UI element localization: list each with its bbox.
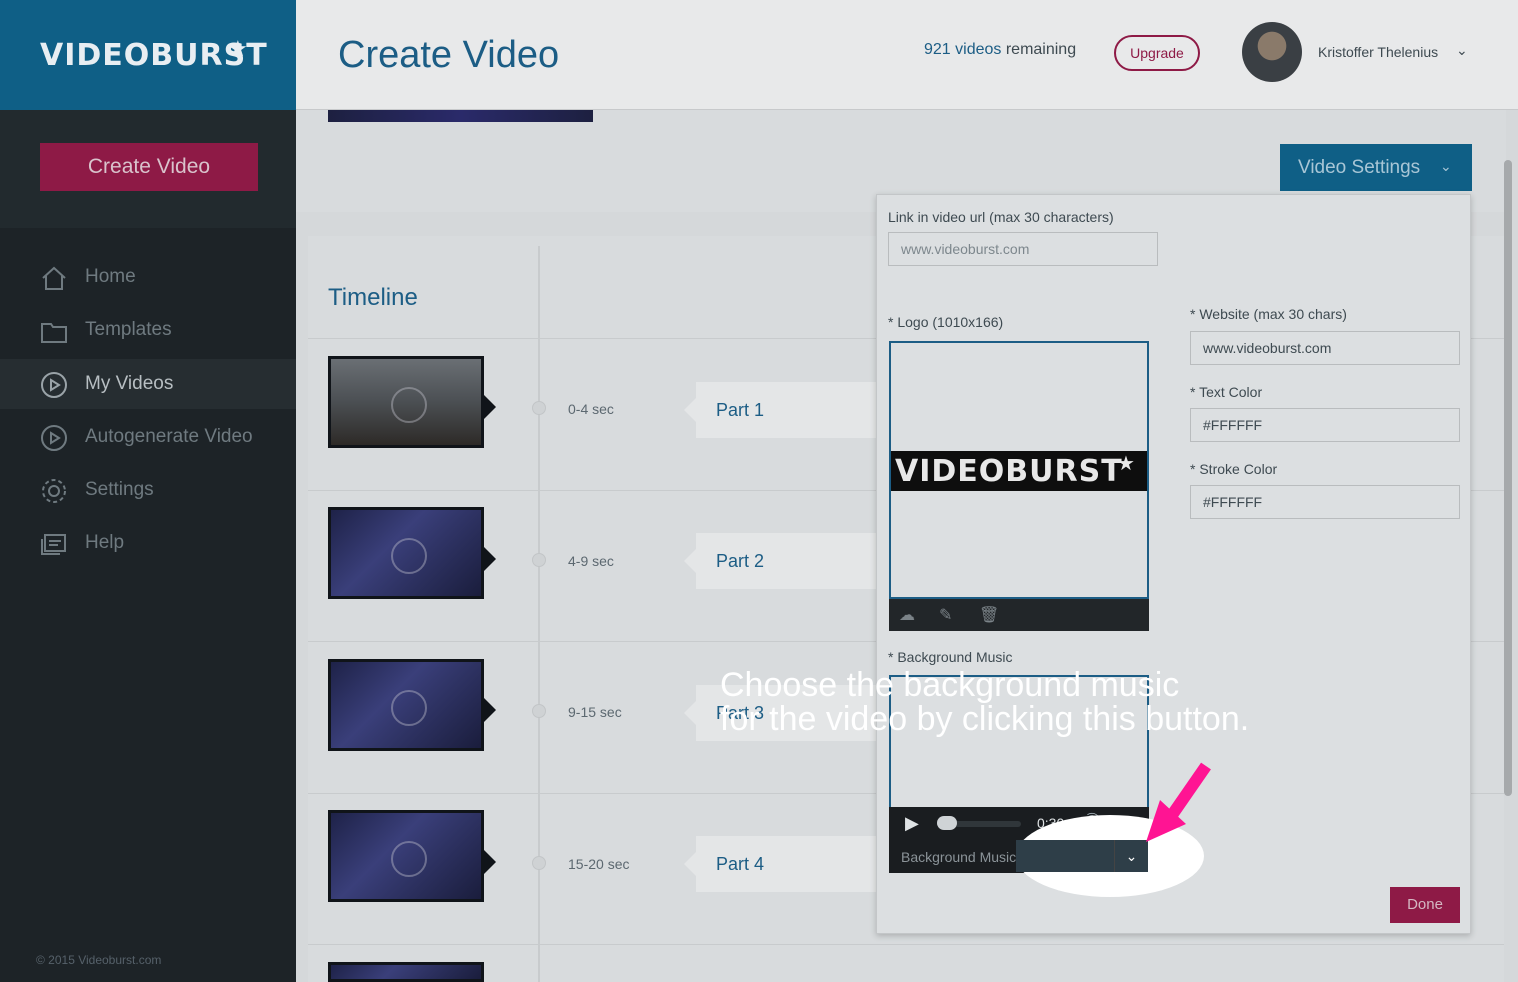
video-settings-label: Video Settings xyxy=(1298,157,1421,178)
logo-toolbar: ☁ ✎ 🗑 xyxy=(889,599,1149,631)
link-label: Link in video url (max 30 characters) xyxy=(888,209,1114,225)
sidebar-item-label: Home xyxy=(85,266,136,287)
text-color-label: * Text Color xyxy=(1190,384,1263,400)
sidebar-item-label: Templates xyxy=(85,319,172,340)
link-url-input[interactable]: www.videoburst.com xyxy=(888,232,1158,266)
timeline-dot xyxy=(532,856,546,870)
sidebar-item-templates[interactable]: Templates xyxy=(0,305,296,355)
row-divider xyxy=(308,944,1504,945)
play-circle-icon xyxy=(41,425,67,451)
create-video-button[interactable]: Create Video xyxy=(40,143,258,191)
chevron-down-icon: ⌄ xyxy=(1440,158,1452,174)
audio-progress-knob[interactable] xyxy=(937,816,957,830)
sidebar-item-home[interactable]: Home xyxy=(0,252,296,302)
timeline-title: Timeline xyxy=(328,284,418,311)
timeline-dot xyxy=(532,401,546,415)
play-icon xyxy=(391,538,427,574)
video-settings-button[interactable]: Video Settings ⌄ xyxy=(1280,144,1472,191)
timeline-thumbnail[interactable] xyxy=(328,659,484,751)
thumb-pointer xyxy=(484,547,496,571)
timeline-seconds: 4-9 sec xyxy=(568,553,614,569)
timeline-dot xyxy=(532,553,546,567)
play-icon xyxy=(391,387,427,423)
timeline-thumbnail[interactable] xyxy=(328,962,484,982)
part-label: Part 4 xyxy=(716,854,765,874)
timeline-thumbnail[interactable] xyxy=(328,507,484,599)
website-label: * Website (max 30 chars) xyxy=(1190,306,1347,322)
done-button[interactable]: Done xyxy=(1390,887,1460,923)
play-icon[interactable]: ▶ xyxy=(905,813,919,834)
pointer-arrow-icon xyxy=(1146,762,1211,842)
user-name[interactable]: Kristoffer Thelenius xyxy=(1318,44,1438,60)
sidebar-item-settings[interactable]: Settings xyxy=(0,465,296,515)
hero-thumbnail xyxy=(328,110,593,122)
chevron-down-icon[interactable]: ⌄ xyxy=(1456,42,1468,59)
logo-banner-text: VIDEOBURST xyxy=(895,454,1123,489)
trash-icon[interactable]: 🗑 xyxy=(979,605,999,625)
part-card[interactable]: Part 2 xyxy=(684,533,896,589)
timeline-seconds: 0-4 sec xyxy=(568,401,614,417)
wrench-icon[interactable]: ✎ xyxy=(939,605,952,625)
videos-remaining-suffix: remaining xyxy=(1001,41,1077,58)
logo-preview[interactable]: VIDEOBURST ★ xyxy=(889,341,1149,599)
copyright: © 2015 Videoburst.com xyxy=(36,953,162,967)
play-icon xyxy=(391,690,427,726)
scrollbar[interactable] xyxy=(1504,160,1512,796)
play-icon xyxy=(391,841,427,877)
timeline-thumbnail[interactable] xyxy=(328,810,484,902)
sidebar-item-label: My Videos xyxy=(85,373,174,394)
music-select-label: Background Music xyxy=(901,849,1017,865)
logo-label: * Logo (1010x166) xyxy=(888,314,1004,330)
play-circle-icon xyxy=(41,372,67,398)
page-title: Create Video xyxy=(338,34,560,76)
logo-star-icon: ★ xyxy=(1117,453,1135,475)
tutorial-line-2: for the video by clicking this button. xyxy=(720,700,1250,738)
sidebar-item-label: Help xyxy=(85,532,125,553)
timeline-line xyxy=(538,246,540,982)
videos-count: 921 videos xyxy=(924,41,1002,58)
sidebar-item-autogenerate[interactable]: Autogenerate Video xyxy=(0,412,296,462)
help-icon xyxy=(41,534,66,555)
home-icon xyxy=(42,266,66,290)
part-card[interactable]: Part 1 xyxy=(684,382,896,438)
upgrade-button[interactable]: Upgrade xyxy=(1114,35,1200,71)
upload-icon[interactable]: ☁ xyxy=(899,605,915,625)
sidebar-item-label: Settings xyxy=(85,479,154,500)
thumb-pointer xyxy=(484,395,496,419)
thumb-pointer xyxy=(484,698,496,722)
part-card[interactable]: Part 4 xyxy=(684,836,896,892)
stroke-color-input[interactable]: #FFFFFF xyxy=(1190,485,1460,519)
timeline-seconds: 9-15 sec xyxy=(568,704,622,720)
videos-remaining: 921 videos remaining xyxy=(924,41,1076,59)
website-input[interactable]: www.videoburst.com xyxy=(1190,331,1460,365)
sidebar: VIDEOBURST ★ Create Video Home Templates… xyxy=(0,0,296,982)
header: Create Video 921 videos remaining Upgrad… xyxy=(296,0,1518,110)
part-label: Part 2 xyxy=(716,551,765,571)
text-color-input[interactable]: #FFFFFF xyxy=(1190,408,1460,442)
part-label: Part 1 xyxy=(716,400,765,420)
sidebar-item-my-videos[interactable]: My Videos xyxy=(0,359,296,409)
logo-area: VIDEOBURST ★ xyxy=(0,0,296,110)
logo-star-icon: ★ xyxy=(228,36,248,61)
gear-icon xyxy=(42,479,66,503)
thumb-pointer xyxy=(484,850,496,874)
folder-icon xyxy=(41,323,67,343)
tutorial-callout: Choose the background music for the vide… xyxy=(720,668,1249,736)
music-label: * Background Music xyxy=(888,649,1013,665)
timeline-seconds: 15-20 sec xyxy=(568,856,630,872)
timeline-dot xyxy=(532,704,546,718)
sidebar-item-label: Autogenerate Video xyxy=(85,426,253,447)
sidebar-item-help[interactable]: Help xyxy=(0,518,296,568)
timeline-thumbnail[interactable] xyxy=(328,356,484,448)
tutorial-line-1: Choose the background music xyxy=(720,666,1180,704)
avatar[interactable] xyxy=(1242,22,1302,82)
logo-banner: VIDEOBURST ★ xyxy=(891,451,1147,491)
stroke-color-label: * Stroke Color xyxy=(1190,461,1278,477)
